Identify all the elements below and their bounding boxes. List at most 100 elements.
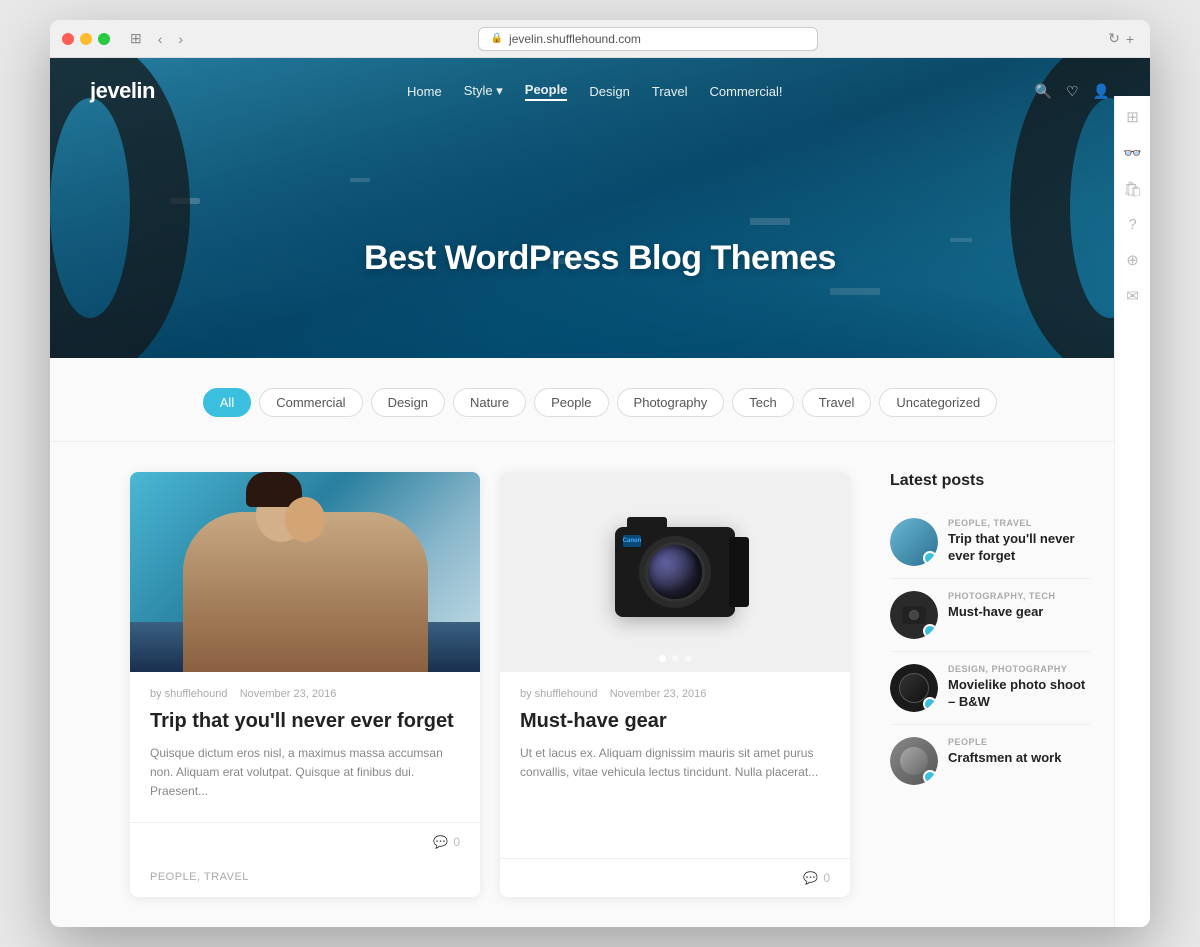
camera-lens xyxy=(645,542,705,602)
filter-bar: All Commercial Design Nature People Phot… xyxy=(50,358,1150,442)
latest-posts-sidebar: Latest posts PEOPLE, TRAVEL Trip that yo… xyxy=(890,472,1090,897)
post-thumbnail-woman xyxy=(130,472,480,672)
window-icon: ⊞ xyxy=(126,28,146,49)
account-icon[interactable]: 👤 xyxy=(1093,83,1110,100)
post-body-2: by shufflehound November 23, 2016 Must-h… xyxy=(500,672,850,858)
mini-camera-icon xyxy=(902,606,926,624)
hero-icon-bar: 🔍 ♡ 👤 xyxy=(1035,83,1110,100)
post-card-1[interactable]: by shufflehound November 23, 2016 Trip t… xyxy=(130,472,480,897)
bag-icon[interactable]: 🛍 xyxy=(1123,180,1142,198)
nav-right: ↻ + xyxy=(1108,30,1134,47)
browser-controls: ⊞ ‹ › xyxy=(126,28,187,49)
address-bar[interactable]: 🔒 jevelin.shufflehound.com xyxy=(478,27,818,51)
camera-grip xyxy=(729,537,749,607)
post-image-2: Canon xyxy=(500,472,850,672)
latest-post-thumb-4 xyxy=(890,737,938,785)
filter-uncategorized[interactable]: Uncategorized xyxy=(879,388,997,417)
latest-post-cat-3: DESIGN, PHOTOGRAPHY xyxy=(948,664,1090,674)
globe-icon[interactable]: ⊕ xyxy=(1126,251,1139,269)
address-bar-container: 🔒 jevelin.shufflehound.com xyxy=(195,27,1100,51)
camera-top xyxy=(627,517,667,531)
posts-grid: by shufflehound November 23, 2016 Trip t… xyxy=(130,472,850,897)
comment-number-2: 0 xyxy=(823,871,830,885)
new-tab-button[interactable]: + xyxy=(1126,31,1134,47)
nav-home[interactable]: Home xyxy=(407,84,442,99)
close-button[interactable] xyxy=(62,33,74,45)
latest-post-title-3: Movielike photo shoot – B&W xyxy=(948,677,1090,711)
refresh-button[interactable]: ↻ xyxy=(1108,30,1120,47)
filter-commercial[interactable]: Commercial xyxy=(259,388,362,417)
hero-section: jevelin Home Style ▾ People Design Trave… xyxy=(50,58,1150,358)
latest-post-item-3[interactable]: DESIGN, PHOTOGRAPHY Movielike photo shoo… xyxy=(890,652,1090,725)
comment-count-1: 💬 0 xyxy=(433,835,460,849)
latest-post-thumb-3 xyxy=(890,664,938,712)
carousel-dot-3[interactable] xyxy=(685,655,692,662)
latest-post-title-2: Must-have gear xyxy=(948,604,1090,621)
thumb-overlay-1 xyxy=(923,551,937,565)
comment-number-1: 0 xyxy=(453,835,460,849)
forward-button[interactable]: › xyxy=(174,29,187,49)
carousel-dot-2[interactable] xyxy=(672,655,679,662)
filter-photography[interactable]: Photography xyxy=(617,388,725,417)
post-image-1 xyxy=(130,472,480,672)
right-sidebar: ⊞ 👓 🛍 ? ⊕ ✉ xyxy=(1114,96,1150,927)
filter-design[interactable]: Design xyxy=(371,388,445,417)
browser-titlebar: ⊞ ‹ › 🔒 jevelin.shufflehound.com ↻ + xyxy=(50,20,1150,58)
latest-post-item-1[interactable]: PEOPLE, TRAVEL Trip that you'll never ev… xyxy=(890,506,1090,579)
nav-travel[interactable]: Travel xyxy=(652,84,688,99)
latest-post-cat-2: PHOTOGRAPHY, TECH xyxy=(948,591,1090,601)
hero-menu: Home Style ▾ People Design Travel Commer… xyxy=(407,82,782,101)
camera-shape: Canon xyxy=(615,527,735,617)
mini-camera-lens xyxy=(909,610,919,620)
latest-post-cat-4: PEOPLE xyxy=(948,737,1090,747)
post-body-1: by shufflehound November 23, 2016 Trip t… xyxy=(130,672,480,822)
glasses-icon[interactable]: 👓 xyxy=(1123,144,1142,162)
post-footer-2: 💬 0 xyxy=(500,858,850,897)
filter-people[interactable]: People xyxy=(534,388,608,417)
question-icon[interactable]: ? xyxy=(1128,216,1136,233)
post-card-2[interactable]: Canon by shufflehound November 2 xyxy=(500,472,850,897)
nav-people[interactable]: People xyxy=(525,82,568,101)
nav-design[interactable]: Design xyxy=(589,84,629,99)
latest-post-cat-1: PEOPLE, TRAVEL xyxy=(948,518,1090,528)
search-icon[interactable]: 🔍 xyxy=(1035,83,1052,100)
comment-icon-2: 💬 xyxy=(803,871,818,885)
carousel-dot-1[interactable] xyxy=(659,655,666,662)
latest-post-item-4[interactable]: PEOPLE Craftsmen at work xyxy=(890,725,1090,797)
post-categories-1: PEOPLE, TRAVEL xyxy=(130,861,480,897)
nav-commercial[interactable]: Commercial! xyxy=(710,84,783,99)
thumb-overlay-3 xyxy=(923,697,937,711)
latest-post-title-1: Trip that you'll never ever forget xyxy=(948,531,1090,565)
post-title-1: Trip that you'll never ever forget xyxy=(150,708,460,734)
minimize-button[interactable] xyxy=(80,33,92,45)
maximize-button[interactable] xyxy=(98,33,110,45)
filter-travel[interactable]: Travel xyxy=(802,388,872,417)
wishlist-icon[interactable]: ♡ xyxy=(1066,83,1079,100)
browser-window: ⊞ ‹ › 🔒 jevelin.shufflehound.com ↻ + ⊞ 👓… xyxy=(50,20,1150,927)
post-meta-2: by shufflehound November 23, 2016 xyxy=(520,688,830,700)
thumb-overlay-2 xyxy=(923,624,937,638)
nav-style[interactable]: Style ▾ xyxy=(464,83,503,99)
filter-nature[interactable]: Nature xyxy=(453,388,526,417)
latest-post-thumb-2 xyxy=(890,591,938,639)
post-excerpt-1: Quisque dictum eros nisl, a maximus mass… xyxy=(150,744,460,802)
mail-icon[interactable]: ✉ xyxy=(1126,287,1139,305)
post-thumbnail-camera: Canon xyxy=(500,472,850,672)
website-content: ⊞ 👓 🛍 ? ⊕ ✉ jevelin Home xyxy=(50,58,1150,927)
latest-post-title-4: Craftsmen at work xyxy=(948,750,1090,767)
latest-post-item-2[interactable]: PHOTOGRAPHY, TECH Must-have gear xyxy=(890,579,1090,652)
layers-icon[interactable]: ⊞ xyxy=(1126,108,1139,126)
comment-count-2: 💬 0 xyxy=(803,871,830,885)
lock-icon: 🔒 xyxy=(491,33,503,44)
latest-posts-title: Latest posts xyxy=(890,472,1090,490)
comment-icon: 💬 xyxy=(433,835,448,849)
filter-tech[interactable]: Tech xyxy=(732,388,793,417)
hero-nav: jevelin Home Style ▾ People Design Trave… xyxy=(50,58,1150,124)
filter-all[interactable]: All xyxy=(203,388,251,417)
back-button[interactable]: ‹ xyxy=(154,29,167,49)
latest-post-thumb-1 xyxy=(890,518,938,566)
content-area: by shufflehound November 23, 2016 Trip t… xyxy=(50,442,1150,927)
traffic-lights xyxy=(62,33,110,45)
latest-post-info-2: PHOTOGRAPHY, TECH Must-have gear xyxy=(948,591,1090,621)
post-meta-1: by shufflehound November 23, 2016 xyxy=(150,688,460,700)
